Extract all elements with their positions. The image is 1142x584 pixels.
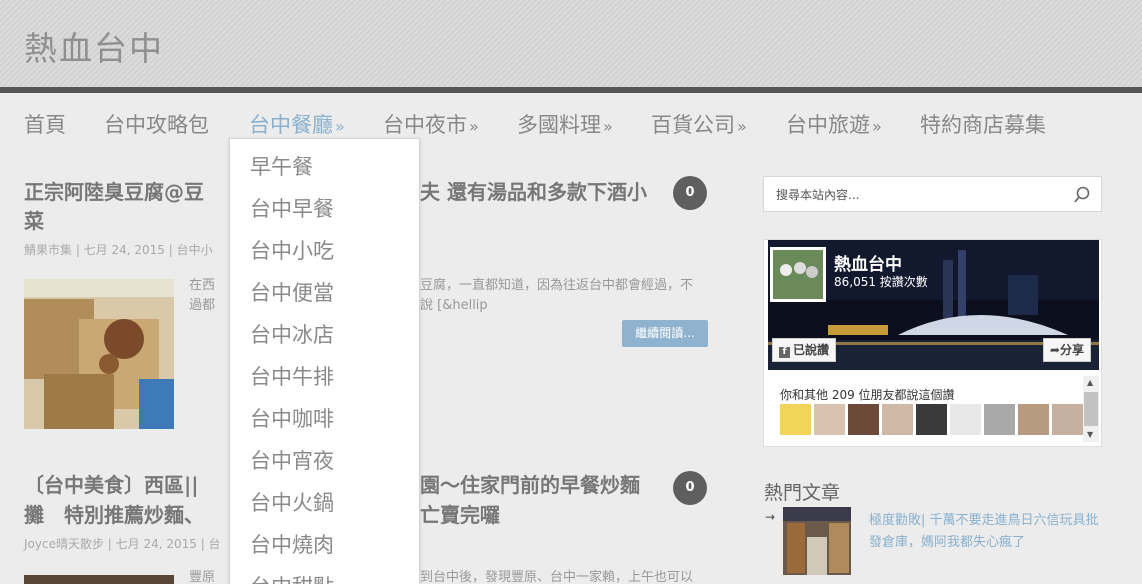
search-icon[interactable] — [1073, 186, 1091, 204]
post-title-right: 夫 還有湯品和多款下酒小 — [420, 180, 647, 204]
search-input[interactable]: 搜尋本站內容... — [763, 176, 1102, 212]
dropdown-item[interactable]: 台中冰店 — [250, 319, 334, 349]
search-placeholder: 搜尋本站內容... — [776, 188, 860, 202]
nav-item-label: 多國料理 — [517, 113, 601, 137]
site-header: 熱血台中 — [0, 0, 1142, 87]
nav-item-restaurants[interactable]: 台中餐廳» — [249, 109, 345, 139]
scroll-thumb[interactable] — [1084, 392, 1098, 426]
post-meta: 鯖果市集 | 七月 24, 2015 | 台中小 — [24, 243, 213, 257]
arrow-right-icon: → — [765, 510, 776, 524]
friend-avatar[interactable] — [916, 404, 947, 435]
post-title-line2[interactable]: 攤 特別推薦炒麵、 — [24, 500, 204, 530]
share-icon: ➦ — [1049, 343, 1060, 357]
scroll-up-icon[interactable]: ▲ — [1087, 378, 1093, 387]
nav-item-partner-stores[interactable]: 特約商店募集 — [920, 109, 1046, 139]
post-image — [24, 575, 174, 584]
fb-like-count: 86,051 按讚次數 — [834, 275, 928, 289]
post-excerpt-left-1: 在西 — [189, 278, 216, 293]
friend-avatar[interactable] — [984, 404, 1015, 435]
friend-avatar[interactable] — [1018, 404, 1049, 435]
nav-item-label: 台中夜市 — [383, 113, 467, 137]
submenu-arrow-icon: » — [335, 117, 345, 136]
dropdown-item[interactable]: 台中小吃 — [250, 235, 334, 265]
dropdown-item[interactable]: 台中甜點 — [250, 571, 334, 584]
fb-liked-label: 已說讚 — [793, 343, 830, 357]
nav-item-label: 台中餐廳 — [249, 113, 333, 137]
nav-item-label: 台中攻略包 — [104, 113, 209, 137]
fb-liked-button[interactable]: f 已說讚 — [772, 338, 837, 362]
post-excerpt-left: 豐原 — [189, 570, 216, 584]
fb-share-label: 分享 — [1059, 343, 1084, 357]
fb-friends-text: 你和其他 209 位朋友都說這個讚 — [780, 388, 955, 402]
dropdown-item[interactable]: 台中咖啡 — [250, 403, 334, 433]
post-title-continued[interactable]: 夫 還有湯品和多款下酒小 — [420, 177, 647, 207]
facebook-icon: f — [779, 347, 790, 358]
post-excerpt-right: 到台中後，發現豐原、台中一家賴，上午也可以 — [420, 570, 694, 584]
nav-item-international-cuisine[interactable]: 多國料理» — [517, 109, 613, 139]
dropdown-item[interactable]: 台中便當 — [250, 277, 334, 307]
submenu-arrow-icon: » — [469, 117, 479, 136]
nav-item-department-stores[interactable]: 百貨公司» — [651, 109, 747, 139]
nav-item-label: 台中旅遊 — [786, 113, 870, 137]
site-title[interactable]: 熱血台中 — [24, 22, 164, 70]
comment-count-badge[interactable]: 0 — [673, 471, 707, 505]
dropdown-item[interactable]: 台中早餐 — [250, 193, 334, 223]
post-excerpt-right-1: 豆腐，一直都知道，因為往返台中都會經過，不 — [420, 278, 694, 293]
popular-post-link[interactable]: 極度勸敗| 千萬不要走進鳥日六信玩具批發倉庫，媽阿我都失心瘋了 — [869, 510, 1109, 554]
friend-avatar[interactable] — [882, 404, 913, 435]
nav-item-home[interactable]: 首頁 — [24, 109, 66, 139]
dropdown-item[interactable]: 台中牛排 — [250, 361, 334, 391]
dropdown-item[interactable]: 台中宵夜 — [250, 445, 334, 475]
friend-avatar[interactable] — [1052, 404, 1083, 435]
post-title-left: 正宗阿陸臭豆腐@豆 — [24, 180, 204, 204]
post-title-line2[interactable]: 菜 — [24, 206, 44, 236]
post-meta: Joyce晴天散步 | 七月 24, 2015 | 台 — [24, 537, 221, 551]
popular-post-thumbnail[interactable] — [783, 507, 851, 575]
nav-item-taichung-guide[interactable]: 台中攻略包 — [104, 109, 209, 139]
dropdown-item[interactable]: 早午餐 — [250, 151, 313, 181]
stinky-tofu-image — [24, 279, 174, 429]
post-excerpt-right-2: 說 [&hellip — [420, 298, 488, 313]
fb-scrollbar[interactable]: ▲ ▼ — [1083, 376, 1099, 442]
popular-posts-heading: 熱門文章 — [764, 482, 841, 504]
post-title-continued[interactable]: 園～住家門前的早餐炒麵 — [420, 470, 640, 500]
post-excerpt-left-2: 過都 — [189, 298, 216, 313]
nav-item-label: 特約商店募集 — [920, 113, 1046, 137]
friend-avatar[interactable] — [814, 404, 845, 435]
main-nav: 首頁 台中攻略包 台中餐廳» 台中夜市» 多國料理» 百貨公司» 台中旅遊» 特… — [0, 93, 1142, 153]
dropdown-item[interactable]: 台中燒肉 — [250, 529, 334, 559]
post-title[interactable]: 〔台中美食〕西區|| — [24, 470, 199, 500]
friend-avatar[interactable] — [780, 404, 811, 435]
fb-page-name[interactable]: 熱血台中 — [834, 250, 902, 275]
friend-avatar[interactable] — [848, 404, 879, 435]
fb-cover-photo[interactable]: 熱血台中 86,051 按讚次數 f 已說讚 ➦分享 — [768, 240, 1099, 370]
nav-item-travel[interactable]: 台中旅遊» — [786, 109, 882, 139]
scroll-down-icon[interactable]: ▼ — [1087, 430, 1093, 439]
nav-item-label: 百貨公司 — [651, 113, 735, 137]
comment-count-badge[interactable]: 0 — [673, 176, 707, 210]
post-title[interactable]: 正宗阿陸臭豆腐@豆 — [24, 177, 204, 207]
post-thumbnail[interactable] — [24, 572, 174, 584]
toy-warehouse-image — [783, 507, 851, 575]
nav-item-label: 首頁 — [24, 113, 66, 137]
facebook-like-box: 熱血台中 86,051 按讚次數 f 已說讚 ➦分享 你和其他 209 位朋友都說… — [763, 239, 1102, 447]
nav-item-night-market[interactable]: 台中夜市» — [383, 109, 479, 139]
submenu-arrow-icon: » — [872, 117, 882, 136]
submenu-arrow-icon: » — [737, 117, 747, 136]
restaurants-dropdown-menu: 早午餐 台中早餐 台中小吃 台中便當 台中冰店 台中牛排 台中咖啡 台中宵夜 台… — [229, 138, 420, 584]
post-thumbnail[interactable] — [24, 279, 174, 429]
post-title-line2-continued[interactable]: 亡賣完囉 — [420, 500, 500, 530]
submenu-arrow-icon: » — [603, 117, 613, 136]
friend-avatar[interactable] — [950, 404, 981, 435]
read-more-button[interactable]: 繼續閱讀... — [622, 320, 708, 347]
dropdown-item[interactable]: 台中火鍋 — [250, 487, 334, 517]
fb-share-button[interactable]: ➦分享 — [1042, 338, 1091, 362]
